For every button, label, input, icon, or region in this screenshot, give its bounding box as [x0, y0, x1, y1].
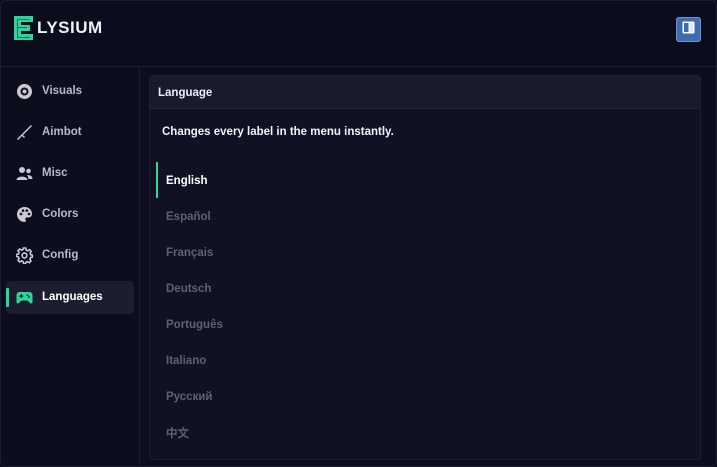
language-option-italiano[interactable]: Italiano: [156, 342, 696, 378]
eye-icon: [16, 83, 33, 100]
language-label: 中文: [166, 428, 189, 440]
sidebar-item-aimbot[interactable]: Aimbot: [6, 116, 134, 149]
language-option-english[interactable]: English: [156, 162, 696, 198]
language-option-portugues[interactable]: Português: [156, 306, 696, 342]
gamepad-icon: [16, 289, 33, 306]
language-label: Français: [166, 247, 214, 259]
panel-header: Language: [150, 76, 700, 109]
language-option-russian[interactable]: Русский: [156, 378, 696, 414]
sidebar-item-languages[interactable]: Languages: [6, 281, 134, 314]
sidebar-item-misc[interactable]: Misc: [6, 157, 134, 190]
sidebar-item-label: Aimbot: [42, 126, 82, 138]
selected-indicator: [156, 162, 158, 198]
header: LYSIUM: [1, 1, 716, 67]
users-icon: [16, 165, 33, 182]
language-label: Русский: [166, 391, 213, 403]
language-label: Español: [166, 211, 211, 223]
active-indicator: [6, 288, 9, 307]
language-label: Deutsch: [166, 283, 212, 295]
language-option-espanol[interactable]: Español: [156, 198, 696, 234]
book-icon: [681, 20, 696, 40]
sidebar-item-label: Misc: [42, 167, 68, 179]
language-option-chinese[interactable]: 中文: [156, 415, 696, 451]
palette-icon: [16, 206, 33, 223]
sidebar-item-config[interactable]: Config: [6, 239, 134, 272]
language-option-francais[interactable]: Français: [156, 234, 696, 270]
language-label: English: [166, 175, 208, 187]
gear-icon: [16, 247, 33, 264]
rifle-icon: [16, 124, 33, 141]
language-panel: Language Changes every label in the menu…: [149, 75, 701, 460]
menu-window: LYSIUM Visuals Aimbot Misc Colors Config…: [0, 0, 717, 467]
sidebar-item-label: Config: [42, 249, 79, 261]
language-label: Português: [166, 319, 223, 331]
logo: LYSIUM: [13, 15, 103, 41]
logo-e-mark: [13, 15, 35, 41]
language-option-deutsch[interactable]: Deutsch: [156, 270, 696, 306]
sidebar-item-label: Languages: [42, 291, 103, 303]
sidebar-item-label: Colors: [42, 208, 79, 220]
book-button[interactable]: [676, 17, 701, 42]
sidebar: Visuals Aimbot Misc Colors Config Langua…: [1, 68, 140, 466]
panel-description: Changes every label in the menu instantl…: [162, 126, 394, 138]
app-name: LYSIUM: [37, 18, 103, 37]
language-label: Italiano: [166, 355, 207, 367]
sidebar-item-colors[interactable]: Colors: [6, 198, 134, 231]
sidebar-item-label: Visuals: [42, 85, 83, 97]
sidebar-item-visuals[interactable]: Visuals: [6, 75, 134, 108]
panel-title: Language: [158, 87, 213, 99]
